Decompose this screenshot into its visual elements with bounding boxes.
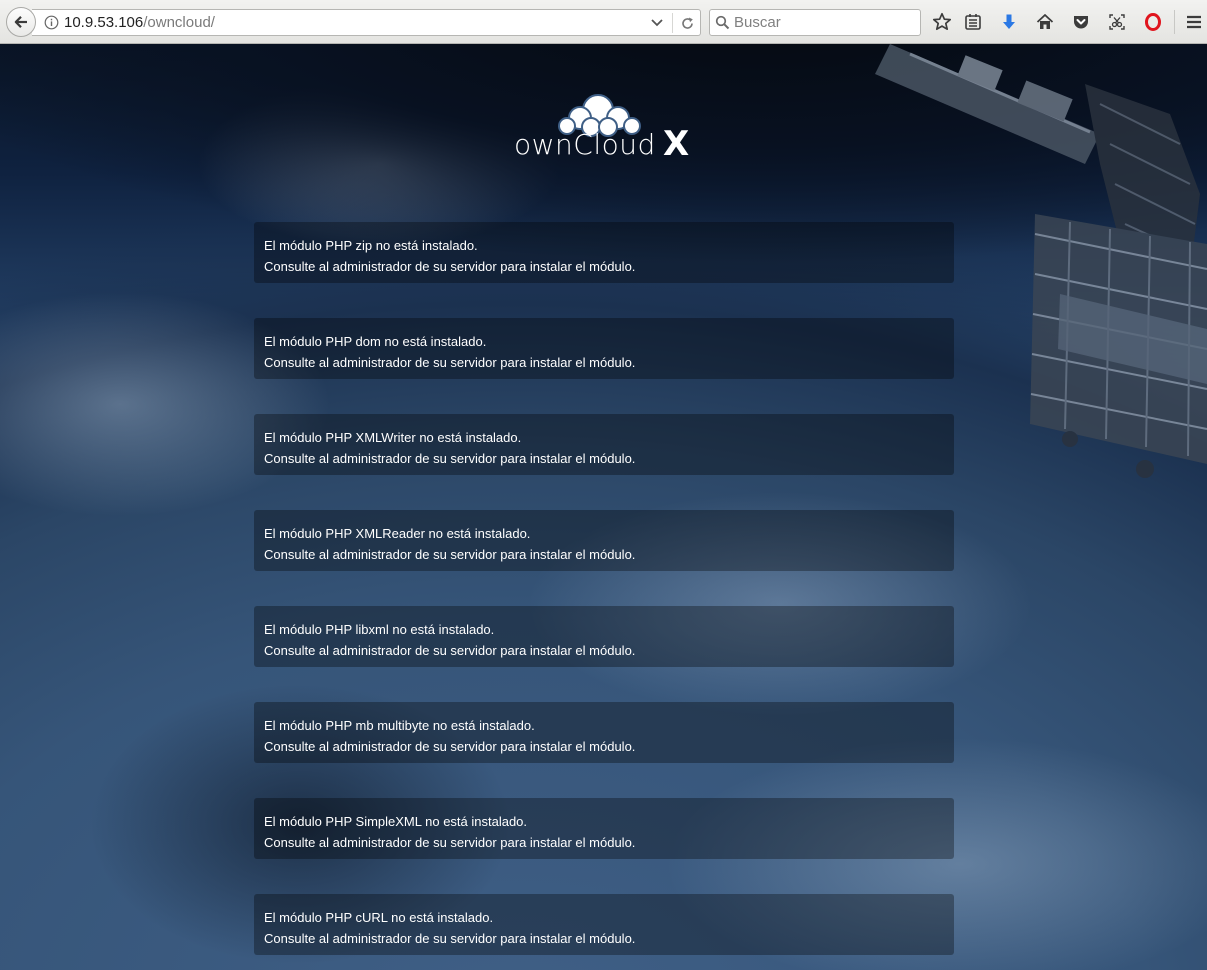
url-host: 10.9.53.106 (64, 14, 144, 31)
error-hint: Consulte al administrador de su servidor… (264, 355, 636, 370)
browser-window: 10.9.53.106/owncloud/ Buscar ownCloud X … (0, 0, 1207, 970)
screenshot-icon[interactable] (1106, 11, 1128, 33)
error-title: El módulo PHP XMLReader no está instalad… (264, 526, 531, 541)
error-message: El módulo PHP XMLWriter no está instalad… (254, 414, 954, 475)
error-message: El módulo PHP SimpleXML no está instalad… (254, 798, 954, 859)
opera-icon[interactable] (1142, 11, 1164, 33)
error-message: El módulo PHP cURL no está instalado. Co… (254, 894, 954, 955)
home-icon[interactable] (1034, 11, 1056, 33)
url-path: /owncloud/ (143, 14, 215, 31)
dropdown-arrow-icon[interactable] (648, 14, 666, 32)
error-title: El módulo PHP zip no está instalado. (264, 238, 478, 253)
error-title: El módulo PHP SimpleXML no está instalad… (264, 814, 528, 829)
search-placeholder: Buscar (734, 14, 781, 31)
download-icon[interactable] (998, 11, 1020, 33)
reader-list-icon[interactable] (962, 11, 984, 33)
error-hint: Consulte al administrador de su servidor… (264, 547, 636, 562)
error-title: El módulo PHP mb multibyte no está insta… (264, 718, 535, 733)
url-bar[interactable]: 10.9.53.106/owncloud/ (32, 9, 701, 36)
logo-x-mark: X (663, 124, 690, 164)
error-title: El módulo PHP dom no está instalado. (264, 334, 487, 349)
error-message: El módulo PHP zip no está instalado. Con… (254, 222, 954, 283)
menu-icon[interactable] (1183, 11, 1205, 33)
error-hint: Consulte al administrador de su servidor… (264, 643, 636, 658)
url-text[interactable]: 10.9.53.106/owncloud/ (64, 14, 215, 31)
error-message: El módulo PHP XMLReader no está instalad… (254, 510, 954, 571)
error-hint: Consulte al administrador de su servidor… (264, 451, 636, 466)
error-hint: Consulte al administrador de su servidor… (264, 835, 636, 850)
page-background: ownCloud X El módulo PHP zip no está ins… (0, 44, 1207, 970)
error-message: El módulo PHP libxml no está instalado. … (254, 606, 954, 667)
logo-wordmark: ownCloud (514, 128, 656, 161)
error-hint: Consulte al administrador de su servidor… (264, 259, 636, 274)
error-hint: Consulte al administrador de su servidor… (264, 739, 636, 754)
toolbar-divider (1174, 10, 1175, 34)
info-icon[interactable] (44, 15, 59, 35)
back-arrow-icon (14, 16, 27, 28)
owncloud-logo: ownCloud X (514, 92, 694, 164)
error-title: El módulo PHP cURL no está instalado. (264, 910, 494, 925)
error-message: El módulo PHP mb multibyte no está insta… (254, 702, 954, 763)
error-message: El módulo PHP dom no está instalado. Con… (254, 318, 954, 379)
bookmark-star-icon[interactable] (931, 11, 953, 33)
search-bar[interactable]: Buscar (709, 9, 921, 36)
error-title: El módulo PHP libxml no está instalado. (264, 622, 495, 637)
search-icon (715, 15, 730, 35)
back-button[interactable] (6, 7, 36, 37)
pocket-icon[interactable] (1070, 11, 1092, 33)
error-title: El módulo PHP XMLWriter no está instalad… (264, 430, 522, 445)
url-divider (672, 13, 673, 33)
browser-toolbar: 10.9.53.106/owncloud/ Buscar (0, 0, 1207, 44)
error-hint: Consulte al administrador de su servidor… (264, 931, 636, 946)
reload-icon[interactable] (677, 14, 697, 32)
